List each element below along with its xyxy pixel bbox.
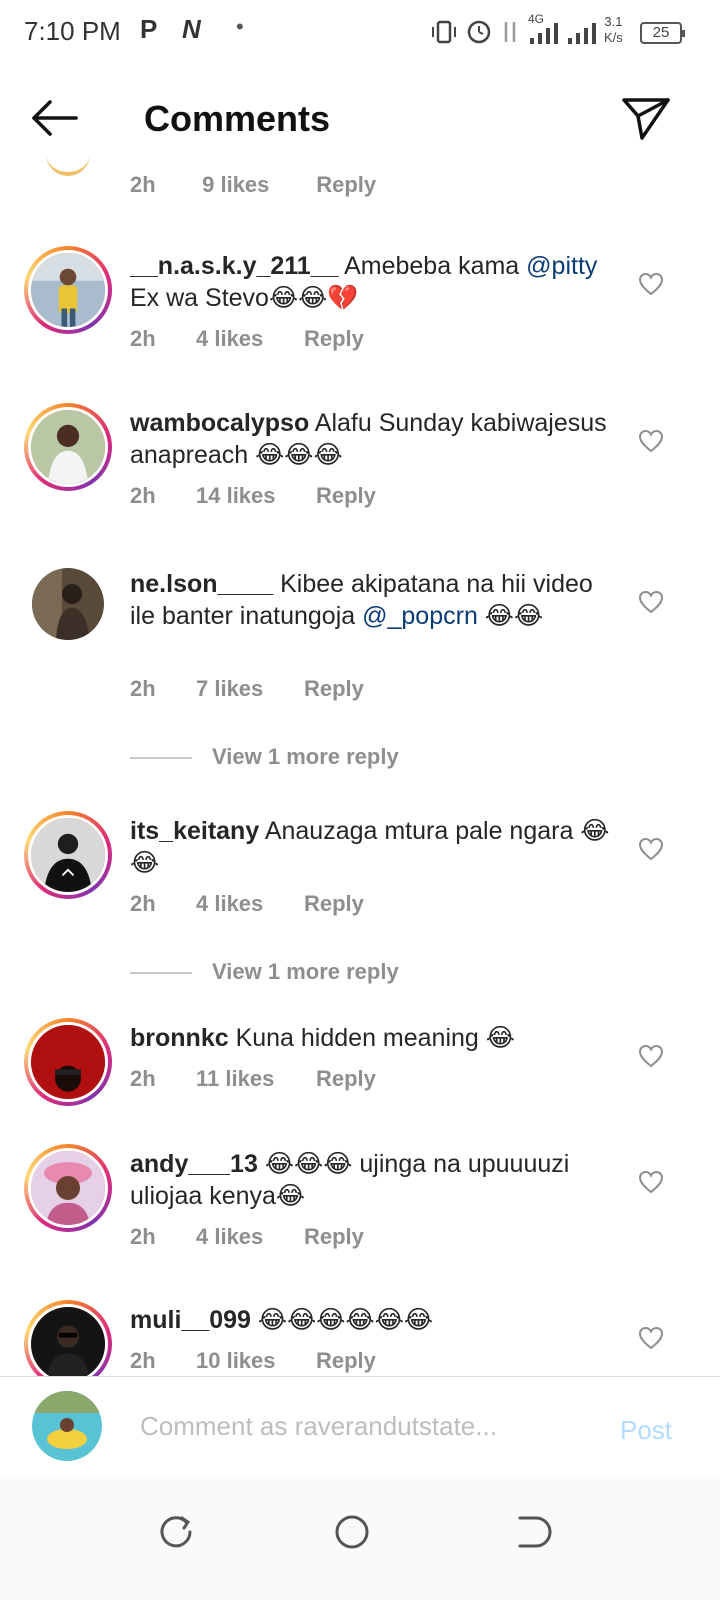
- avatar[interactable]: [32, 1391, 102, 1461]
- alarm-icon: [467, 20, 491, 44]
- comment-username[interactable]: bronnkc: [130, 1024, 229, 1052]
- comment-likes[interactable]: 14 likes: [196, 483, 316, 509]
- comment-time: 2h: [130, 172, 156, 197]
- comment-text: bronnkc Kuna hidden meaning 😂: [130, 1024, 515, 1052]
- comment-time: 2h: [130, 1066, 156, 1091]
- comment-likes[interactable]: 7 likes: [196, 676, 304, 702]
- comment-text: wambocalypso Alafu Sunday kabiwajesus an…: [130, 409, 607, 469]
- heart-outline-icon[interactable]: [638, 1044, 664, 1068]
- recents-icon[interactable]: [146, 1502, 206, 1562]
- comment-meta: 2h 4 likes Reply: [130, 1224, 364, 1250]
- user-photo-icon: [31, 253, 105, 327]
- comment-text: its_keitany Anauzaga mtura pale ngara 😂😂: [130, 817, 610, 877]
- status-time: 7:10 PM: [24, 16, 121, 46]
- arrow-left-icon: [32, 100, 78, 136]
- avatar[interactable]: [24, 1018, 112, 1106]
- back-nav-icon[interactable]: [498, 1502, 558, 1562]
- reply-button[interactable]: Reply: [304, 1224, 364, 1250]
- comment-composer: Post: [0, 1376, 720, 1476]
- user-photo-icon: [31, 818, 105, 892]
- system-nav-bar: [0, 1476, 720, 1600]
- heart-outline-icon[interactable]: [638, 837, 664, 861]
- comment-username[interactable]: muli__099: [130, 1306, 251, 1334]
- comment-meta: 2h 4 likes Reply: [130, 326, 364, 352]
- comment-time: 2h: [130, 326, 156, 351]
- reply-button[interactable]: Reply: [316, 172, 376, 198]
- comment-username[interactable]: wambocalypso: [130, 409, 309, 437]
- avatar[interactable]: [24, 246, 112, 334]
- comment-username[interactable]: its_keitany: [130, 817, 259, 845]
- comment-meta: 2h 4 likes Reply: [130, 891, 364, 917]
- heart-outline-icon[interactable]: [638, 429, 664, 453]
- paper-plane-icon: [622, 98, 670, 140]
- comment-likes[interactable]: 10 likes: [196, 1348, 316, 1374]
- signal-icon: [530, 23, 558, 44]
- comment-text: __n.a.s.k.y_211__ Amebeba kama @pitty Ex…: [130, 252, 598, 312]
- signal-2-icon: [568, 23, 596, 44]
- back-button[interactable]: [26, 96, 86, 140]
- avatar[interactable]: [24, 1144, 112, 1232]
- post-button[interactable]: Post: [620, 1415, 672, 1446]
- comment-time: 2h: [130, 483, 156, 508]
- comment-likes[interactable]: 4 likes: [196, 326, 304, 352]
- view-more-replies[interactable]: View 1 more reply: [130, 744, 399, 770]
- net-speed: 3.1 K/s: [604, 14, 623, 45]
- mention-link[interactable]: @_popcrn: [362, 602, 478, 630]
- heart-outline-icon[interactable]: [638, 272, 664, 296]
- comment-input[interactable]: [140, 1411, 580, 1442]
- reply-button[interactable]: Reply: [316, 1066, 376, 1092]
- comment-time: 2h: [130, 676, 156, 701]
- share-button[interactable]: [618, 90, 674, 146]
- avatar[interactable]: [24, 1300, 112, 1388]
- comment-username[interactable]: andy___13: [130, 1150, 258, 1178]
- app-notification-icon-n: N: [182, 14, 201, 44]
- comment-meta: 2h 14 likes Reply: [130, 483, 376, 509]
- comment-likes[interactable]: 9 likes: [202, 172, 310, 198]
- comment-time: 2h: [130, 1224, 156, 1249]
- comment-text: ne.lson____ Kibee akipatana na hii video…: [130, 570, 593, 630]
- comment-time: 2h: [130, 1348, 156, 1373]
- comment-meta: 2h 7 likes Reply: [130, 676, 364, 702]
- user-photo-icon: [31, 1151, 105, 1225]
- comments-list[interactable]: 2h 9 likes Reply __n.a.s.k.y_211__ Amebe…: [0, 150, 720, 1400]
- data-transfer-icon: [504, 22, 516, 42]
- comment-meta: 2h 11 likes Reply: [130, 1066, 376, 1092]
- comment-text: muli__099 😂😂😂😂😂😂: [130, 1306, 434, 1334]
- comment-likes[interactable]: 4 likes: [196, 891, 304, 917]
- user-photo-icon: [32, 1391, 102, 1461]
- user-photo-icon: [31, 410, 105, 484]
- comment-likes[interactable]: 11 likes: [196, 1066, 316, 1092]
- comment-meta: 2h 10 likes Reply: [130, 1348, 376, 1374]
- comment-username[interactable]: ne.lson____: [130, 570, 273, 598]
- reply-button[interactable]: Reply: [316, 483, 376, 509]
- reply-button[interactable]: Reply: [304, 676, 364, 702]
- avatar[interactable]: [24, 811, 112, 899]
- comment-text: andy___13 😂😂😂 ujinga na upuuuuzi uliojaa…: [130, 1150, 570, 1210]
- app-notification-icon-p: P: [140, 14, 158, 44]
- mention-link[interactable]: @pitty: [526, 252, 597, 280]
- page-title: Comments: [144, 98, 331, 139]
- vibrate-icon: [432, 20, 456, 44]
- comment-username[interactable]: __n.a.s.k.y_211__: [130, 252, 339, 280]
- home-circle-icon[interactable]: [322, 1502, 382, 1562]
- reply-button[interactable]: Reply: [304, 891, 364, 917]
- comment-time: 2h: [130, 891, 156, 916]
- reply-button[interactable]: Reply: [316, 1348, 376, 1374]
- view-more-replies[interactable]: View 1 more reply: [130, 959, 399, 985]
- battery-icon: 25: [640, 22, 685, 44]
- notification-dot-icon: •: [236, 14, 244, 39]
- heart-outline-icon[interactable]: [638, 1170, 664, 1194]
- avatar[interactable]: [32, 568, 104, 640]
- user-photo-icon: [32, 568, 104, 640]
- user-photo-icon: [31, 1307, 105, 1381]
- reply-button[interactable]: Reply: [304, 326, 364, 352]
- user-photo-icon: [31, 1025, 105, 1099]
- heart-outline-icon[interactable]: [638, 590, 664, 614]
- comment-likes[interactable]: 4 likes: [196, 1224, 304, 1250]
- avatar[interactable]: [46, 150, 90, 176]
- status-bar: 7:10 PM P N • 4G 3.1 K/s 25: [0, 0, 720, 64]
- avatar[interactable]: [24, 403, 112, 491]
- heart-outline-icon[interactable]: [638, 1326, 664, 1350]
- comment-meta: 2h 9 likes Reply: [130, 172, 376, 198]
